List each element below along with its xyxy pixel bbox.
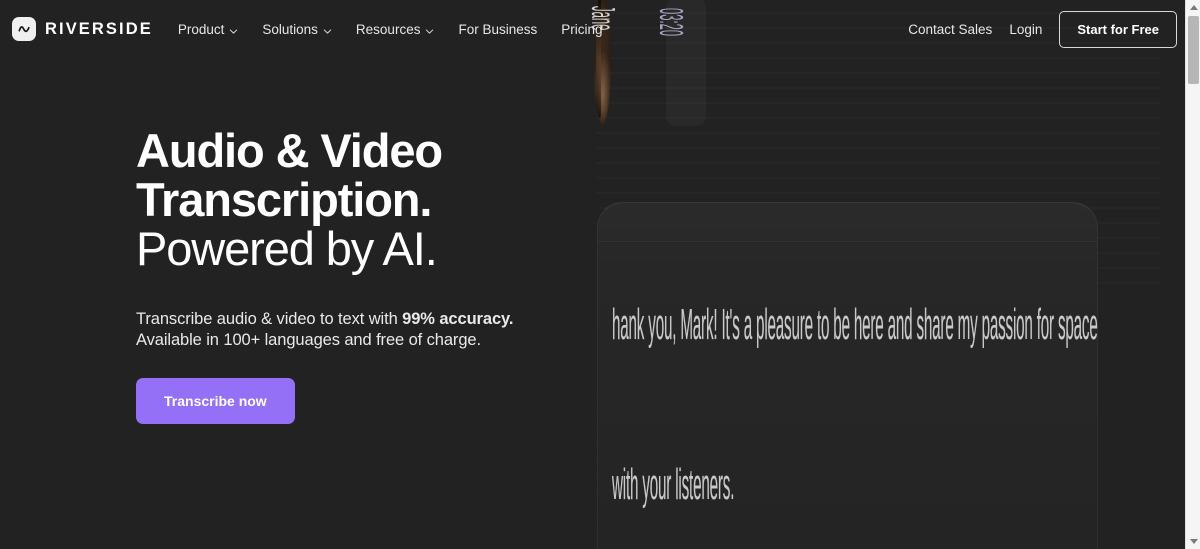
contact-sales-link[interactable]: Contact Sales <box>908 22 992 37</box>
hero-content: Audio & Video Transcription. Powered by … <box>136 126 606 424</box>
secondary-nav-links: Contact Sales Login Start for Free <box>908 10 1177 48</box>
headline-line-3: Powered by AI. <box>136 222 438 275</box>
nav-item-for-business-label: For Business <box>458 21 538 37</box>
primary-nav-links: Product Solutions Resources For Business… <box>178 22 603 37</box>
login-link[interactable]: Login <box>1009 22 1042 37</box>
scroll-up-arrow-icon[interactable] <box>1186 0 1200 15</box>
subhead-line-2: Available in 100+ languages and free of … <box>136 331 481 349</box>
headline-line-1: Audio & Video <box>136 124 443 177</box>
page-viewport: hank you, Mark! It's a pleasure to be he… <box>0 0 1185 549</box>
nav-item-solutions-label: Solutions <box>262 21 318 37</box>
nav-item-product[interactable]: Product <box>178 22 239 37</box>
chevron-down-icon <box>425 24 434 34</box>
scroll-thumb[interactable] <box>1188 16 1199 84</box>
hero-visual: hank you, Mark! It's a pleasure to be he… <box>560 0 1185 549</box>
nav-item-pricing[interactable]: Pricing <box>561 22 602 37</box>
subhead-text-part-1: Transcribe audio & video to text with <box>136 310 403 328</box>
chevron-down-icon <box>323 24 332 34</box>
page-root: hank you, Mark! It's a pleasure to be he… <box>0 0 1200 549</box>
nav-item-product-label: Product <box>177 21 225 37</box>
vertical-scrollbar[interactable] <box>1185 0 1200 549</box>
nav-item-pricing-label: Pricing <box>561 21 603 37</box>
transcript-text-line-1: hank you, Mark! It's a pleasure to be he… <box>612 300 1098 349</box>
start-for-free-button[interactable]: Start for Free <box>1059 10 1177 48</box>
brand-logo[interactable]: RIVERSIDE <box>12 17 153 41</box>
transcribe-now-button[interactable]: Transcribe now <box>136 378 295 424</box>
headline-line-2: Transcription. <box>136 173 432 226</box>
subhead-accuracy-emphasis: 99% accuracy. <box>402 310 514 328</box>
nav-item-solutions[interactable]: Solutions <box>262 22 332 37</box>
scroll-down-arrow-icon[interactable] <box>1186 534 1200 549</box>
brand-name: RIVERSIDE <box>45 19 153 38</box>
hero-subheadline: Transcribe audio & video to text with 99… <box>136 273 606 351</box>
transcript-text-line-2: with your listeners. <box>612 460 735 509</box>
nav-item-resources[interactable]: Resources <box>356 22 435 37</box>
nav-item-resources-label: Resources <box>355 21 421 37</box>
nav-item-for-business[interactable]: For Business <box>458 22 537 37</box>
card-divider <box>598 241 1097 242</box>
chevron-down-icon <box>229 24 238 34</box>
top-navigation-bar: RIVERSIDE Product Solutions Resources Fo… <box>0 0 1185 58</box>
page-title: Audio & Video Transcription. Powered by … <box>136 126 606 273</box>
waveform-icon <box>12 17 36 41</box>
